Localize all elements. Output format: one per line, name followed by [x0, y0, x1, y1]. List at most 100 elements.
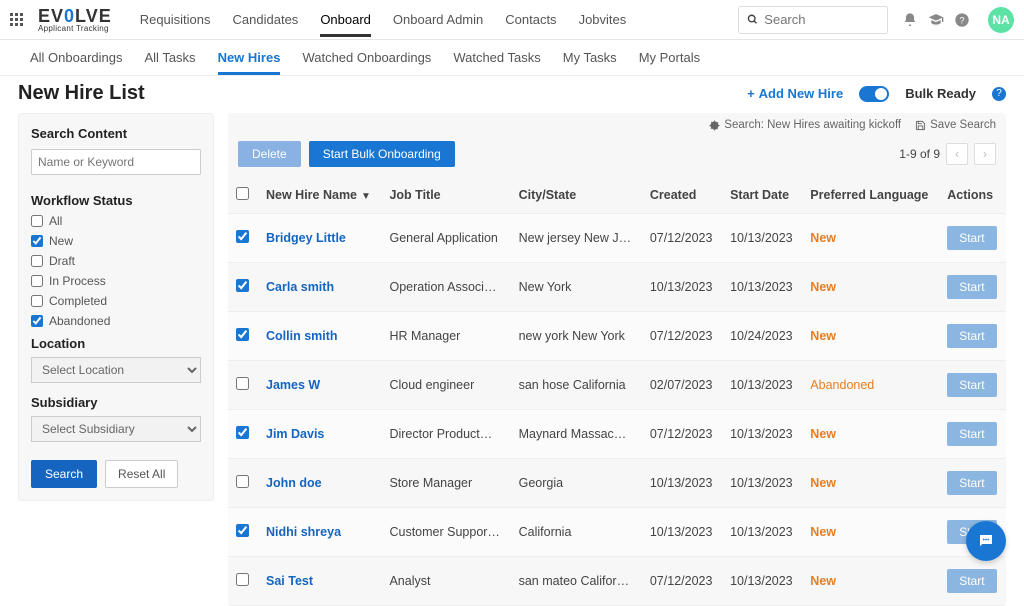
status-all[interactable]: All	[31, 214, 201, 228]
table-row: Jim Davis Director Product…Maynard Massac…	[228, 410, 1006, 459]
nav-jobvites[interactable]: Jobvites	[579, 2, 627, 37]
row-checkbox[interactable]	[236, 230, 249, 243]
start-button[interactable]: Start	[947, 471, 996, 495]
hire-name-link[interactable]: James W	[266, 378, 320, 392]
status-checkbox[interactable]	[31, 295, 43, 307]
table-row: Bridgey LittleGeneral ApplicationNew jer…	[228, 214, 1006, 263]
search-button[interactable]: Search	[31, 460, 97, 488]
subnav-my-portals[interactable]: My Portals	[639, 50, 700, 75]
start-button[interactable]: Start	[947, 373, 996, 397]
cell-city: Maynard Massac…	[511, 410, 642, 459]
keyword-input[interactable]	[31, 149, 201, 175]
start-button[interactable]: Start	[947, 422, 996, 446]
status-draft[interactable]: Draft	[31, 254, 201, 268]
active-search-label[interactable]: Search: New Hires awaiting kickoff	[709, 119, 901, 131]
row-checkbox[interactable]	[236, 573, 249, 586]
filter-sidebar: Search Content Workflow Status AllNewDra…	[18, 113, 214, 501]
global-search-input[interactable]	[764, 12, 879, 27]
col-actions: Actions	[939, 177, 1006, 214]
col-name[interactable]: New Hire Name▼	[258, 177, 381, 214]
hire-name-link[interactable]: John doe	[266, 476, 322, 490]
row-checkbox[interactable]	[236, 377, 249, 390]
status-checkbox[interactable]	[31, 255, 43, 267]
cell-job: HR Manager	[381, 312, 510, 361]
col-created[interactable]: Created	[642, 177, 722, 214]
cell-job: General Application	[381, 214, 510, 263]
row-checkbox[interactable]	[236, 475, 249, 488]
delete-button[interactable]: Delete	[238, 141, 301, 167]
cell-city: New York	[511, 263, 642, 312]
prev-page-button[interactable]: ‹	[946, 143, 968, 165]
select-all-checkbox[interactable]	[236, 187, 249, 200]
hire-name-link[interactable]: Collin smith	[266, 329, 338, 343]
subnav-new-hires[interactable]: New Hires	[218, 50, 281, 75]
cell-start: 10/13/2023	[722, 459, 802, 508]
status-abandoned[interactable]: Abandoned	[31, 314, 201, 328]
hire-name-link[interactable]: Nidhi shreya	[266, 525, 341, 539]
status-badge: New	[810, 476, 836, 490]
subnav-watched-tasks[interactable]: Watched Tasks	[453, 50, 540, 75]
save-search-link[interactable]: Save Search	[915, 119, 996, 131]
hire-name-link[interactable]: Jim Davis	[266, 427, 324, 441]
cell-created: 02/07/2023	[642, 361, 722, 410]
start-button[interactable]: Start	[947, 275, 996, 299]
start-bulk-onboarding-button[interactable]: Start Bulk Onboarding	[309, 141, 455, 167]
add-new-hire-link[interactable]: +Add New Hire	[747, 86, 843, 101]
cell-created: 07/12/2023	[642, 312, 722, 361]
cell-job: Store Manager	[381, 459, 510, 508]
status-completed[interactable]: Completed	[31, 294, 201, 308]
svg-text:?: ?	[959, 15, 964, 25]
row-checkbox[interactable]	[236, 426, 249, 439]
table-row: James WCloud engineersan hose California…	[228, 361, 1006, 410]
subnav-all-onboardings[interactable]: All Onboardings	[30, 50, 123, 75]
start-button[interactable]: Start	[947, 569, 996, 593]
cell-start: 10/24/2023	[722, 312, 802, 361]
row-checkbox[interactable]	[236, 328, 249, 341]
subnav-all-tasks[interactable]: All Tasks	[145, 50, 196, 75]
subnav-watched-onboardings[interactable]: Watched Onboardings	[302, 50, 431, 75]
status-in-process[interactable]: In Process	[31, 274, 201, 288]
hire-name-link[interactable]: Carla smith	[266, 280, 334, 294]
apps-icon[interactable]	[10, 13, 24, 27]
main-panel: Search: New Hires awaiting kickoff Save …	[228, 113, 1006, 606]
subnav-my-tasks[interactable]: My Tasks	[563, 50, 617, 75]
row-checkbox[interactable]	[236, 279, 249, 292]
next-page-button[interactable]: ›	[974, 143, 996, 165]
status-badge: Abandoned	[810, 378, 874, 392]
status-new[interactable]: New	[31, 234, 201, 248]
hire-name-link[interactable]: Bridgey Little	[266, 231, 346, 245]
subsidiary-select[interactable]: Select Subsidiary	[31, 416, 201, 442]
col-start[interactable]: Start Date	[722, 177, 802, 214]
col-lang[interactable]: Preferred Language	[802, 177, 939, 214]
col-job[interactable]: Job Title	[381, 177, 510, 214]
status-checkbox[interactable]	[31, 235, 43, 247]
bulk-ready-help-icon[interactable]: ?	[992, 87, 1006, 101]
status-checkbox[interactable]	[31, 275, 43, 287]
start-button[interactable]: Start	[947, 324, 996, 348]
start-button[interactable]: Start	[947, 226, 996, 250]
logo: EV0LVE Applicant Tracking	[38, 7, 112, 33]
nav-contacts[interactable]: Contacts	[505, 2, 556, 37]
global-search[interactable]	[738, 6, 888, 34]
location-select[interactable]: Select Location	[31, 357, 201, 383]
row-checkbox[interactable]	[236, 524, 249, 537]
table-row: Carla smithOperation Associ…New York10/1…	[228, 263, 1006, 312]
help-icon[interactable]: ?	[954, 12, 970, 28]
hire-name-link[interactable]: Sai Test	[266, 574, 313, 588]
cell-job: Cloud engineer	[381, 361, 510, 410]
nav-requisitions[interactable]: Requisitions	[140, 2, 211, 37]
nav-onboard-admin[interactable]: Onboard Admin	[393, 2, 483, 37]
status-checkbox[interactable]	[31, 215, 43, 227]
status-checkbox[interactable]	[31, 315, 43, 327]
reset-all-button[interactable]: Reset All	[105, 460, 178, 488]
bulk-ready-toggle[interactable]	[859, 86, 889, 102]
cell-job: Director Product…	[381, 410, 510, 459]
graduation-icon[interactable]	[928, 12, 944, 28]
user-avatar[interactable]: NA	[988, 7, 1014, 33]
nav-candidates[interactable]: Candidates	[233, 2, 299, 37]
chat-icon[interactable]	[966, 521, 1006, 561]
nav-onboard[interactable]: Onboard	[320, 2, 371, 37]
bell-icon[interactable]	[902, 12, 918, 28]
col-city[interactable]: City/State	[511, 177, 642, 214]
search-content-heading: Search Content	[31, 126, 201, 141]
